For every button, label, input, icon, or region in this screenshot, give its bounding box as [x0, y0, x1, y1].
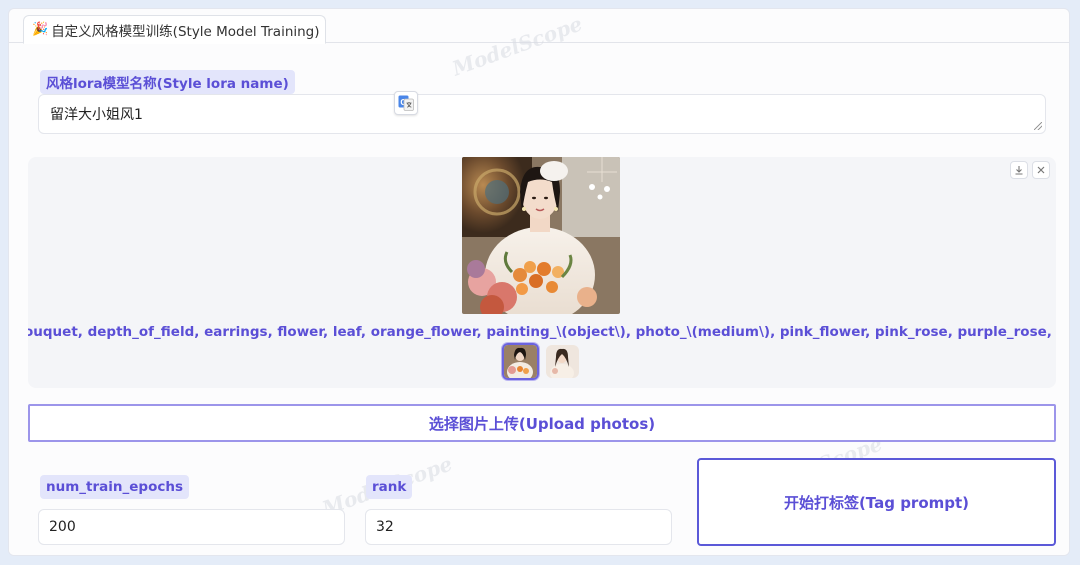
tab-label: 自定义风格模型训练(Style Model Training)	[51, 23, 320, 40]
training-panel: ModelScope ModelScope ModelScope ModelSc…	[9, 11, 1069, 555]
google-translate-icon[interactable]: G	[394, 91, 418, 115]
tab-bar: 🎉 自定义风格模型训练(Style Model Training)	[9, 9, 1069, 44]
image-caption: ouquet, depth_of_field, earrings, flower…	[28, 324, 1056, 340]
lora-name-value: 留洋大小姐风1	[50, 107, 143, 123]
resize-handle-icon[interactable]	[1034, 122, 1042, 130]
thumbnail-1[interactable]	[502, 343, 539, 380]
download-icon[interactable]	[1010, 161, 1028, 179]
rank-value: 32	[376, 519, 394, 535]
rank-label: rank	[366, 475, 413, 499]
app-frame: 🎉 自定义风格模型训练(Style Model Training) ModelS…	[8, 8, 1070, 556]
num-train-epochs-label: num_train_epochs	[40, 475, 189, 499]
party-popper-icon: 🎉	[32, 22, 49, 37]
num-train-epochs-value: 200	[49, 519, 76, 535]
lora-name-label: 风格lora模型名称(Style lora name)	[40, 70, 295, 94]
tag-prompt-button[interactable]: 开始打标签(Tag prompt)	[697, 458, 1056, 546]
lora-name-input[interactable]: 留洋大小姐风1	[38, 94, 1046, 134]
rank-input[interactable]: 32	[365, 509, 672, 545]
thumbnail-2[interactable]	[546, 345, 579, 378]
preview-photo[interactable]	[462, 157, 620, 314]
upload-photos-button[interactable]: 选择图片上传(Upload photos)	[28, 404, 1056, 442]
close-icon[interactable]	[1032, 161, 1050, 179]
num-train-epochs-input[interactable]: 200	[38, 509, 345, 545]
tab-style-model-training[interactable]: 🎉 自定义风格模型训练(Style Model Training)	[23, 15, 326, 44]
image-gallery: ouquet, depth_of_field, earrings, flower…	[28, 157, 1056, 388]
